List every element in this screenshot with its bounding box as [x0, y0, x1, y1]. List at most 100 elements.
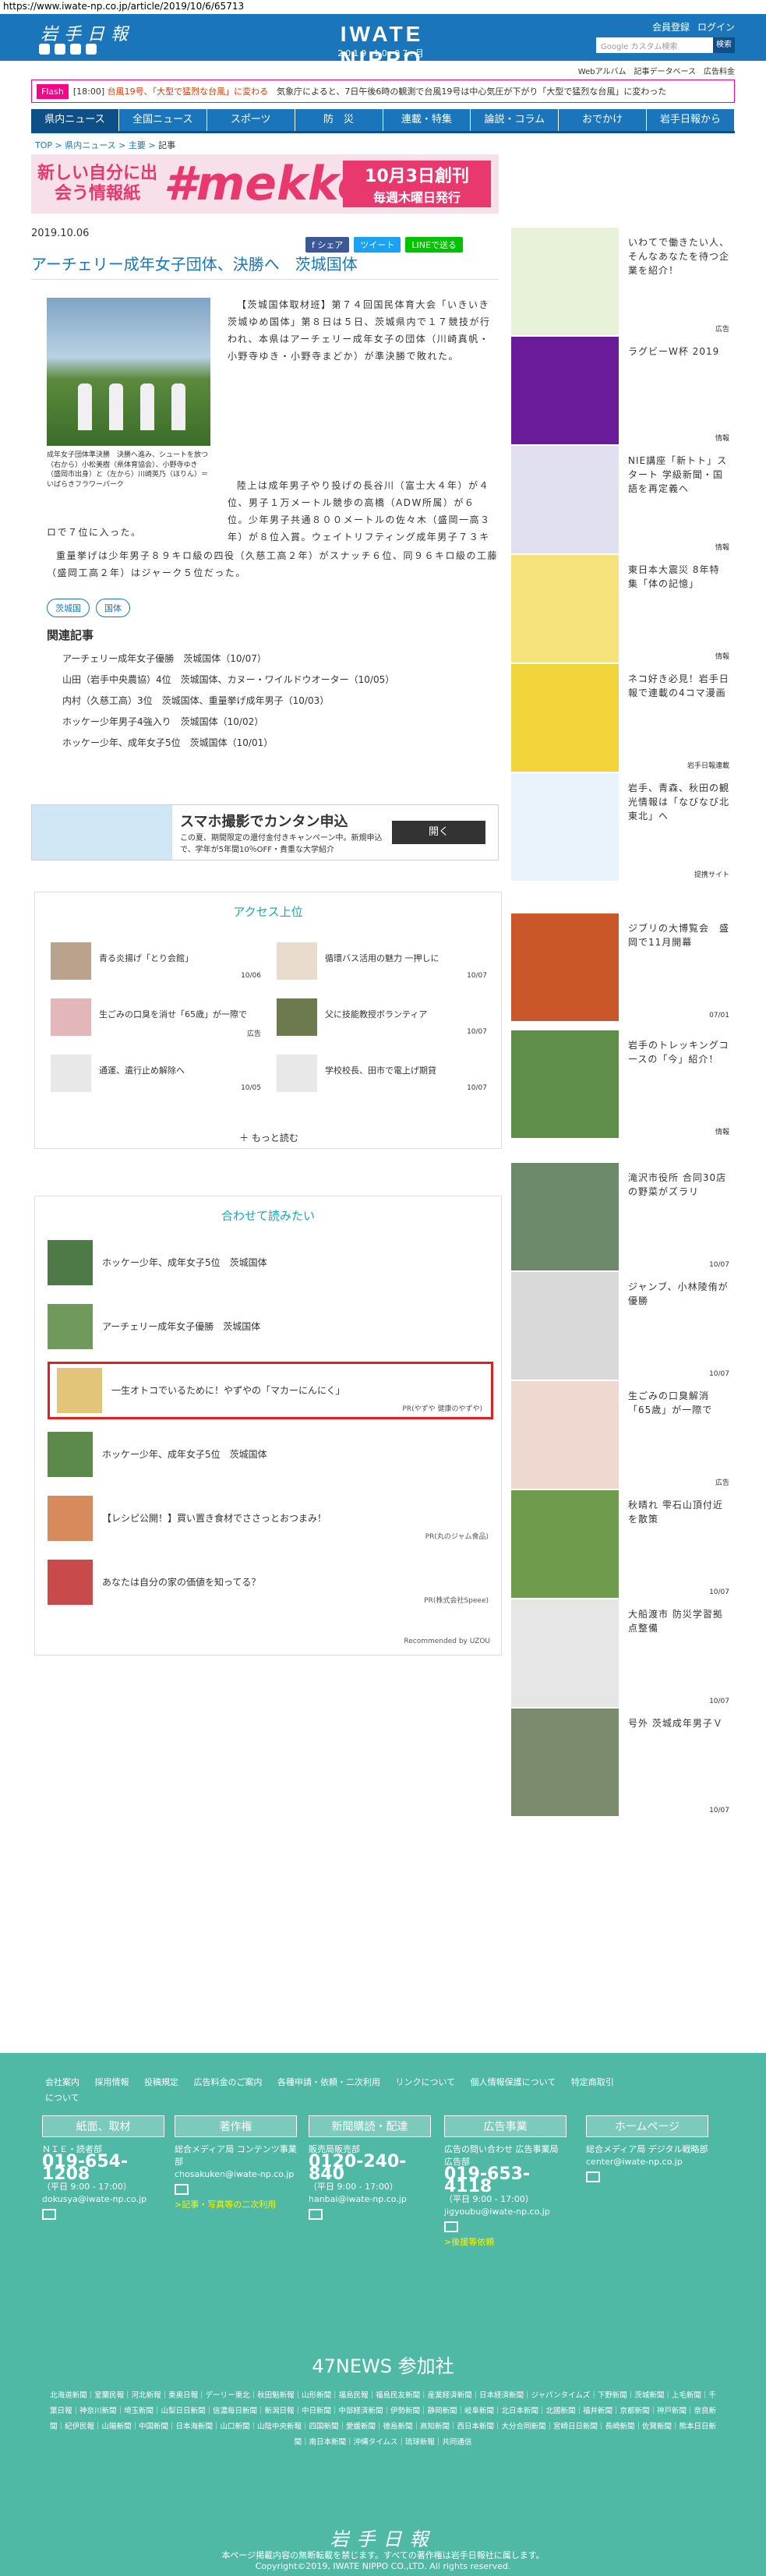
- flash-news-bar[interactable]: Flash [18:00] 台風19号、「大型で猛烈な台風」に変わる 気象庁によ…: [31, 80, 735, 103]
- web-album-link[interactable]: Webアルバム: [578, 65, 627, 76]
- more-button[interactable]: ＋ もっと読む: [35, 1131, 503, 1144]
- access-item[interactable]: 父に技能教授ボランティア 10/07: [277, 998, 487, 1045]
- access-item[interactable]: 青る炎揚げ「とり会館」 10/06: [51, 942, 261, 989]
- footer-contact-col: 広告事業 広告の問い合わせ 広告事業局広告部 019-653-4118 （平日 9:…: [444, 2115, 567, 2249]
- recommended-pr-item[interactable]: 一生オトコでいるために！やずやの「マカーにんにく」 PR(やずや 健康のやずや): [57, 1368, 485, 1416]
- twitter-icon[interactable]: [39, 44, 50, 55]
- email-link[interactable]: hanbai@iwate-np.co.jp: [309, 2193, 431, 2206]
- mail-icon[interactable]: [586, 2171, 600, 2182]
- footer-link[interactable]: 会社案内: [45, 2077, 79, 2087]
- footer-logo[interactable]: 岩手日報: [0, 2524, 766, 2551]
- related-link[interactable]: ホッケー少年、成年女子5位 茨城国体（10/01）: [62, 733, 483, 754]
- breadcrumb-top[interactable]: TOP: [35, 140, 52, 150]
- nav-from-nippo[interactable]: 岩手日報から: [647, 109, 735, 131]
- access-item[interactable]: 循環バス活用の魅力 一押しに 10/07: [277, 942, 487, 989]
- email-link[interactable]: chosakuken@iwate-np.co.jp: [175, 2168, 297, 2181]
- nav-features[interactable]: 連載・特集: [383, 109, 471, 131]
- ad-rates-link[interactable]: 広告料金: [704, 65, 735, 76]
- recommended-item[interactable]: アーチェリー成年女子優勝 茨城国体: [48, 1304, 492, 1352]
- instagram-icon[interactable]: [86, 44, 97, 55]
- recommended-pr-item[interactable]: あなたは自分の家の価値を知ってる？ PR(株式会社Speee): [48, 1560, 492, 1608]
- related-link[interactable]: 山田（岩手中央農協）4位 茨城国体、カヌー・ワイルドウオーター（10/05）: [62, 670, 483, 691]
- line-share-button[interactable]: LINEで送る: [405, 237, 463, 253]
- email-link[interactable]: jigyoubu@iwate-np.co.jp: [444, 2206, 567, 2218]
- tag-button[interactable]: 茨城国: [47, 599, 90, 617]
- sidebar-item[interactable]: いわてで働きたい人、そんなあなたを待つ企業を紹介！ 広告: [511, 228, 729, 337]
- sidebar-item[interactable]: ラグビーW杯 2019 情報: [511, 337, 729, 446]
- article-db-link[interactable]: 記事データベース: [634, 65, 697, 76]
- news47-list[interactable]: 北海道新聞｜室蘭民報｜河北新報｜東奥日報｜デーリー東北｜秋田魁新報｜山形新聞｜福…: [47, 2388, 719, 2451]
- footer-link[interactable]: 広告料金のご案内: [194, 2077, 263, 2087]
- nav-local-news[interactable]: 県内ニュース: [31, 109, 119, 131]
- footer-link[interactable]: リンクについて: [396, 2077, 456, 2087]
- flash-text[interactable]: [18:00] 台風19号、「大型で猛烈な台風」に変わる 気象庁によると、7日午…: [73, 85, 734, 97]
- access-item[interactable]: 生ごみの口臭を消せ「65歳」が一際で 広告: [51, 998, 261, 1045]
- login-link[interactable]: ログイン: [697, 20, 735, 34]
- mail-icon[interactable]: [175, 2184, 189, 2195]
- search-button[interactable]: 検索: [713, 37, 735, 53]
- related-link[interactable]: アーチェリー成年女子優勝 茨城国体（10/07）: [62, 648, 483, 670]
- related-link[interactable]: ホッケー少年男子4強入り 茨城国体（10/02）: [62, 712, 483, 733]
- footer-link[interactable]: 各種申請・依頼・二次利用: [277, 2077, 380, 2087]
- related-link[interactable]: 内村（久慈工高）3位 茨城国体、重量挙げ成年男子（10/03）: [62, 691, 483, 712]
- nav-disaster[interactable]: 防 災: [295, 109, 383, 131]
- facebook-icon[interactable]: [55, 44, 65, 55]
- footer-link[interactable]: 投稿規定: [144, 2077, 178, 2087]
- nav-sports[interactable]: スポーツ: [207, 109, 295, 131]
- sidebar-item[interactable]: ジャンブ、小林陵侑が優勝 10/07: [511, 1272, 729, 1381]
- breadcrumb-main[interactable]: 主要: [129, 140, 146, 150]
- smartphone-ad[interactable]: スマホ撮影でカンタン申込 この夏、期間限定の還付金付きキャンペーン中。新規申込で…: [31, 804, 499, 860]
- email-link[interactable]: dokusya@iwate-np.co.jp: [42, 2193, 164, 2206]
- email-link[interactable]: center@iwate-np.co.jp: [586, 2156, 708, 2168]
- sidebar-item[interactable]: 大船渡市 防災学習拠点整備 10/07: [511, 1599, 729, 1708]
- banner-frequency: 毎週木曜日発行: [372, 190, 461, 205]
- breadcrumb: TOP > 県内ニュース > 主要 > 記事: [35, 140, 176, 150]
- site-header: 岩手日報 IWATE NIPPO 2019.10.07.月 会員登録 ログイン …: [0, 14, 766, 71]
- recommended-item[interactable]: ホッケー少年、成年女子5位 茨城国体: [48, 1240, 492, 1288]
- sidebar-item[interactable]: 号外 茨城成年男子Ｖ 10/07: [511, 1708, 729, 1818]
- sidebar-item[interactable]: NIE講座「新トト」スタート 学級新聞・国語を再定義へ 情報: [511, 446, 729, 555]
- mekke-banner-ad[interactable]: 新しい自分に出会う情報紙 #mekke 10月3日創刊 毎週木曜日発行: [31, 154, 499, 214]
- footer-contact-col: ホームページ 総合メディア局 デジタル戦略部 center@iwate-np.co…: [586, 2115, 708, 2186]
- footer-contact-col: 新聞購読・配達 販売局販売部 0120-240-840 （平日 9:00 - 17:…: [309, 2115, 431, 2224]
- ad-open-button[interactable]: 開く: [392, 821, 485, 844]
- footer-link[interactable]: 採用情報: [95, 2077, 129, 2087]
- sidebar-item[interactable]: 岩手、青森、秋田の観光情報は「なびなび北東北」へ 提携サイト: [511, 773, 729, 882]
- tag-button[interactable]: 国体: [96, 599, 130, 617]
- article-photo[interactable]: [47, 298, 210, 446]
- mail-icon[interactable]: [444, 2221, 458, 2232]
- footer-sub-link[interactable]: >後援等依頼: [444, 2236, 567, 2249]
- sidebar-item[interactable]: 生ごみの口臭解消「65歳」が一際で 広告: [511, 1381, 729, 1490]
- breadcrumb-local[interactable]: 県内ニュース: [65, 140, 115, 150]
- nav-editorials[interactable]: 論説・コラム: [471, 109, 559, 131]
- sidebar-item[interactable]: 滝沢市役所 合同30店の野菜がズラリ 10/07: [511, 1163, 729, 1272]
- article-paragraph: ロで７位に入った。: [47, 527, 142, 538]
- ad-image: [32, 805, 172, 860]
- sidebar-item[interactable]: 岩手のトレッキングコースの「今」紹介！ 情報: [511, 1030, 729, 1140]
- sidebar-item[interactable]: 秋晴れ 雫石山頂付近を散策 10/07: [511, 1490, 729, 1599]
- search-input[interactable]: Google カスタム検索: [596, 37, 713, 53]
- line-icon[interactable]: [70, 44, 81, 55]
- flash-body: 気象庁によると、7日午後6時の観測で台風19号は中心気圧が下がり「大型で猛烈な台…: [277, 87, 667, 97]
- footer-sub-link[interactable]: >記事・写真等の二次利用: [175, 2199, 297, 2211]
- recommended-pr-item[interactable]: 【レシピ公開！】買い置き食材でささっとおつまみ！ PR(丸のジャム食品): [48, 1496, 492, 1544]
- mail-icon[interactable]: [309, 2209, 323, 2220]
- access-item[interactable]: 通運、遺行止め解除へ 10/05: [51, 1055, 261, 1101]
- footer-link[interactable]: 個人情報保護について: [471, 2077, 556, 2087]
- facebook-share-button[interactable]: f シェア: [305, 237, 350, 253]
- sidebar-item[interactable]: 東日本大震災 8年特集「体の記憶」 情報: [511, 555, 729, 664]
- tweet-button[interactable]: ツイート: [354, 237, 401, 253]
- register-link[interactable]: 会員登録: [652, 20, 690, 34]
- sidebar-item[interactable]: ネコ好き必見！岩手日報で連載の4コマ漫画 岩手日報連載: [511, 664, 729, 773]
- site-logo[interactable]: 岩手日報: [41, 20, 134, 45]
- nav-national-news[interactable]: 全国ニュース: [119, 109, 207, 131]
- share-buttons: f シェア ツイート LINEで送る: [305, 237, 463, 253]
- access-item[interactable]: 学校校長、田市で電上げ期貸 10/07: [277, 1055, 487, 1101]
- mail-icon[interactable]: [42, 2209, 56, 2220]
- recommended-item[interactable]: ホッケー少年、成年女子5位 茨城国体: [48, 1432, 492, 1480]
- sidebar-item[interactable]: ジブリの大博覧会 盛岡で11月開幕 07/01: [511, 913, 729, 1023]
- address-bar[interactable]: https://www.iwate-np.co.jp/article/2019/…: [0, 0, 766, 14]
- article-paragraph: 重量挙げは少年男子８９キロ級の四役（久慈工高２年）がスナッチ６位、同９６キロ級の…: [47, 550, 499, 578]
- nav-outings[interactable]: おでかけ: [559, 109, 648, 131]
- copyright: Copyright©2019, IWATE NIPPO CO.,LTD. All…: [255, 2561, 511, 2571]
